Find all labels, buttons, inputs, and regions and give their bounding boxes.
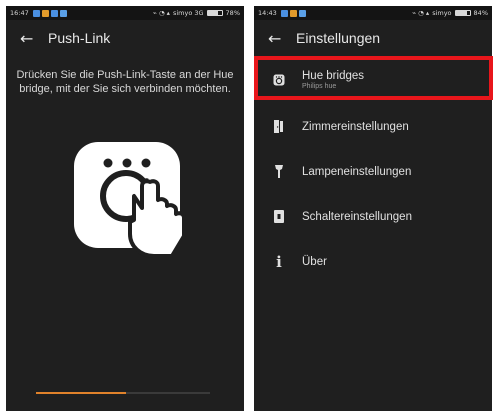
page-title: Push-Link	[48, 30, 111, 46]
notification-icon	[59, 9, 67, 17]
notification-icons	[280, 9, 306, 17]
app-bar: ← Push-Link	[6, 20, 244, 56]
menu-item-label: Über	[302, 255, 327, 268]
notification-icon	[50, 9, 58, 17]
menu-item-label: Zimmereinstellungen	[302, 120, 409, 133]
signal-icon: ⌁ ◔ ▴	[412, 9, 430, 17]
back-arrow-icon[interactable]: ←	[20, 29, 42, 48]
progress-fill	[36, 392, 127, 394]
carrier-label: simyo 3G	[172, 9, 204, 17]
push-link-screen: 16:47 ⌁ ◔ ▴ simyo 3G 78% ← Push-Link Drü…	[6, 6, 244, 411]
battery-icon	[206, 10, 223, 16]
door-icon	[272, 119, 286, 135]
menu-item-zimmereinstellungen[interactable]: Zimmereinstellungen	[254, 104, 492, 149]
signal-icon: ⌁ ◔ ▴	[152, 9, 170, 17]
notification-icons	[32, 9, 67, 17]
status-time: 16:47	[10, 9, 29, 17]
status-right: ⌁ ◔ ▴ simyo 3G 78%	[153, 9, 240, 17]
push-link-button-hand-icon	[74, 142, 186, 258]
notification-icon	[289, 9, 297, 17]
selection-highlight	[254, 56, 493, 100]
connection-progress-bar	[36, 392, 210, 394]
lamp-icon	[272, 164, 286, 180]
carrier-label: simyo	[432, 9, 452, 17]
battery-label: 84%	[473, 9, 488, 17]
status-bar: 14:43 ⌁ ◔ ▴ simyo 84%	[254, 6, 492, 20]
battery-label: 78%	[225, 9, 240, 17]
notification-icon	[41, 9, 49, 17]
menu-item-schaltereinstellungen[interactable]: Schaltereinstellungen	[254, 194, 492, 239]
info-icon: i	[276, 252, 282, 271]
push-link-instruction: Drücken Sie die Push-Link-Taste an der H…	[16, 69, 234, 95]
menu-item-label: Lampeneinstellungen	[302, 165, 412, 178]
menu-item-label: Schaltereinstellungen	[302, 210, 412, 223]
status-right: ⌁ ◔ ▴ simyo 84%	[412, 9, 488, 17]
menu-item-lampeneinstellungen[interactable]: Lampeneinstellungen	[254, 149, 492, 194]
status-bar: 16:47 ⌁ ◔ ▴ simyo 3G 78%	[6, 6, 244, 20]
battery-icon	[454, 10, 471, 16]
switch-icon	[272, 209, 286, 225]
notification-icon	[280, 9, 288, 17]
page-title: Einstellungen	[296, 30, 381, 46]
notification-icon	[32, 9, 40, 17]
menu-item-ueber[interactable]: i Über	[254, 239, 492, 284]
back-arrow-icon[interactable]: ←	[268, 29, 290, 48]
status-time: 14:43	[258, 9, 277, 17]
app-bar: ← Einstellungen	[254, 20, 492, 56]
notification-icon	[298, 9, 306, 17]
